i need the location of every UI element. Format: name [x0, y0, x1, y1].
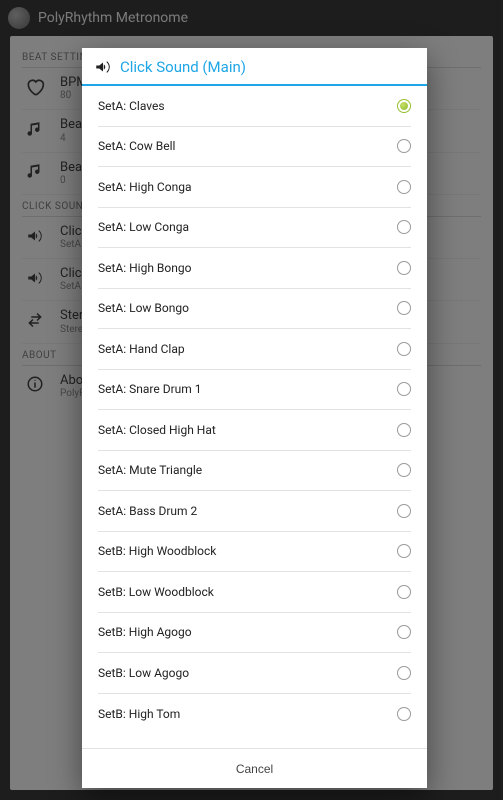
sound-option[interactable]: SetA: High Bongo: [98, 248, 411, 289]
sound-option[interactable]: SetA: Hand Clap: [98, 329, 411, 370]
sound-option[interactable]: SetA: Low Bongo: [98, 289, 411, 330]
speaker-icon: [94, 58, 112, 76]
radio-icon[interactable]: [397, 99, 411, 113]
radio-icon[interactable]: [397, 139, 411, 153]
sound-option[interactable]: SetA: Cow Bell: [98, 127, 411, 168]
sound-option-label: SetA: Hand Clap: [98, 342, 185, 356]
sound-option-label: SetA: Claves: [98, 99, 165, 113]
radio-icon[interactable]: [397, 666, 411, 680]
radio-icon[interactable]: [397, 301, 411, 315]
sound-option[interactable]: SetB: Low Agogo: [98, 653, 411, 694]
radio-icon[interactable]: [397, 707, 411, 721]
sound-option-label: SetA: Cow Bell: [98, 139, 175, 153]
sound-option-label: SetB: Low Agogo: [98, 666, 189, 680]
sound-option-label: SetA: High Bongo: [98, 261, 191, 275]
dialog-option-list: SetA: Claves SetA: Cow Bell SetA: High Con…: [82, 86, 427, 748]
dialog-header: Click Sound (Main): [82, 48, 427, 84]
sound-option[interactable]: SetB: Low Woodblock: [98, 572, 411, 613]
sound-option[interactable]: SetB: High Agogo: [98, 613, 411, 654]
radio-icon[interactable]: [397, 382, 411, 396]
sound-option[interactable]: SetB: High Woodblock: [98, 532, 411, 573]
sound-option[interactable]: SetA: Closed High Hat: [98, 410, 411, 451]
dialog-footer: Cancel: [82, 748, 427, 788]
radio-icon[interactable]: [397, 180, 411, 194]
sound-option-label: SetB: High Woodblock: [98, 544, 216, 558]
radio-icon[interactable]: [397, 544, 411, 558]
sound-option-label: SetB: Low Woodblock: [98, 585, 214, 599]
radio-icon[interactable]: [397, 463, 411, 477]
sound-option-label: SetA: Snare Drum 1: [98, 382, 202, 396]
sound-option-label: SetA: Bass Drum 2: [98, 504, 197, 518]
sound-option-label: SetA: High Conga: [98, 180, 191, 194]
radio-icon[interactable]: [397, 423, 411, 437]
radio-icon[interactable]: [397, 261, 411, 275]
radio-icon[interactable]: [397, 504, 411, 518]
sound-option[interactable]: SetA: Bass Drum 2: [98, 491, 411, 532]
radio-icon[interactable]: [397, 585, 411, 599]
sound-option-label: SetA: Low Conga: [98, 220, 189, 234]
sound-option[interactable]: SetA: Low Conga: [98, 208, 411, 249]
sound-option-label: SetB: High Agogo: [98, 625, 192, 639]
sound-option[interactable]: SetA: Mute Triangle: [98, 451, 411, 492]
sound-option-label: SetA: Low Bongo: [98, 301, 189, 315]
sound-option-label: SetB: High Tom: [98, 707, 180, 721]
radio-icon[interactable]: [397, 220, 411, 234]
sound-option[interactable]: SetB: High Tom: [98, 694, 411, 735]
cancel-button[interactable]: Cancel: [236, 762, 273, 776]
dialog-title: Click Sound (Main): [120, 58, 246, 76]
sound-option-label: SetA: Closed High Hat: [98, 423, 216, 437]
sound-option[interactable]: SetA: High Conga: [98, 167, 411, 208]
radio-icon[interactable]: [397, 625, 411, 639]
sound-option-label: SetA: Mute Triangle: [98, 463, 202, 477]
radio-icon[interactable]: [397, 342, 411, 356]
sound-option[interactable]: SetA: Claves: [98, 86, 411, 127]
sound-option[interactable]: SetA: Snare Drum 1: [98, 370, 411, 411]
click-sound-dialog: Click Sound (Main) SetA: Claves SetA: Cow…: [82, 48, 427, 788]
